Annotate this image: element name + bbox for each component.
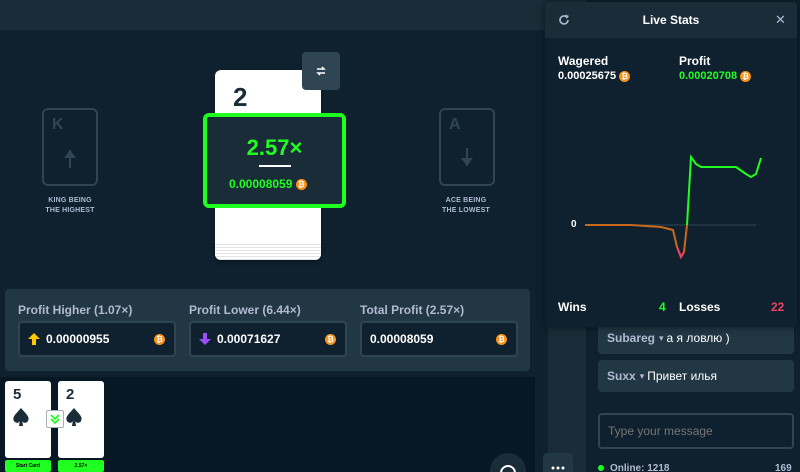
- wins-value: 4: [659, 300, 666, 314]
- bitcoin-icon: ₿: [325, 334, 336, 345]
- chat-count: 169: [775, 463, 792, 472]
- profit-label: Profit: [679, 54, 711, 68]
- total-profit-field: 0.00008059 ₿: [360, 321, 518, 357]
- result-divider: [259, 165, 291, 167]
- result-multiplier: 2.57×: [246, 135, 303, 160]
- arrow-up-icon: [64, 150, 76, 168]
- king-hint-label: KING BEING THE HIGHEST: [20, 196, 120, 216]
- profit-higher-value: 0.00000955: [46, 332, 110, 346]
- bitcoin-icon: ₿: [740, 70, 752, 82]
- online-count-text: Online: 1218: [610, 463, 670, 472]
- ace-label-line1: ACE BEING: [445, 197, 487, 204]
- arrow-down-icon: [199, 333, 211, 345]
- total-profit-value: 0.00008059: [370, 332, 434, 346]
- chevron-down-icon: ▾: [639, 370, 645, 381]
- chat-text: а я ловлю ): [666, 331, 730, 345]
- live-stats-panel: Live Stats ✕ Wagered 0.00025675 ₿ Profit…: [545, 2, 797, 327]
- ace-letter: A: [449, 116, 461, 133]
- chat-username[interactable]: Subareg: [607, 331, 655, 345]
- king-hint-card: K: [42, 108, 98, 186]
- history-tag: Start Card: [5, 460, 51, 472]
- result-amount-value: 0.00008059: [229, 177, 293, 191]
- arrow-up-icon: [28, 333, 40, 345]
- ace-hint-card: A: [439, 108, 495, 186]
- bitcoin-icon: ₿: [496, 334, 507, 345]
- profit-amount: 0.00020708: [679, 70, 738, 82]
- ace-hint-label: ACE BEING THE LOWEST: [416, 196, 516, 216]
- chart-positive-line: [686, 154, 762, 226]
- profit-lower-field: 0.00071627 ₿: [189, 321, 347, 357]
- bitcoin-icon: ₿: [154, 334, 165, 345]
- history-tag: 2.57×: [58, 460, 104, 472]
- bitcoin-icon: ₿: [619, 70, 631, 82]
- top-strip: [0, 0, 548, 30]
- profit-value: 0.00020708 ₿: [679, 70, 752, 82]
- result-amount: 0.00008059 ₿: [229, 177, 307, 191]
- wagered-amount: 0.00025675: [558, 70, 617, 82]
- card-deck-edge: [215, 244, 321, 260]
- history-card-rank: 2: [66, 386, 75, 403]
- wins-label: Wins: [558, 300, 587, 314]
- chat-username[interactable]: Suxx: [607, 369, 636, 383]
- live-stats-title: Live Stats: [642, 13, 700, 27]
- profit-panel: Profit Higher (1.07×) 0.00000955 ₿ Profi…: [5, 289, 530, 371]
- king-letter: K: [52, 116, 64, 133]
- history-card: 2: [58, 381, 104, 458]
- history-card-rank: 5: [13, 386, 22, 403]
- chart-loss-segment: [676, 246, 685, 260]
- profit-lower-value: 0.00071627: [217, 332, 281, 346]
- online-count: Online: 1218: [598, 463, 669, 472]
- profit-chart: [585, 154, 762, 260]
- online-dot-icon: [598, 465, 604, 472]
- chart-negative-line: [585, 224, 688, 260]
- current-card-rank: 2: [233, 82, 248, 112]
- profit-higher-label: Profit Higher (1.07×): [18, 303, 133, 317]
- chevron-down-icon: ▾: [659, 332, 664, 343]
- history-direction: [46, 410, 64, 428]
- skip-card-button[interactable]: [302, 52, 340, 90]
- swap-icon: [316, 66, 326, 76]
- spade-icon: [13, 408, 29, 426]
- losses-label: Losses: [679, 300, 721, 314]
- double-chevron-down-icon: [50, 414, 60, 424]
- king-label-line1: KING BEING: [48, 197, 92, 204]
- headphones-button[interactable]: [490, 453, 526, 472]
- close-icon[interactable]: ✕: [775, 12, 786, 28]
- profit-higher-field: 0.00000955 ₿: [18, 321, 176, 357]
- chat-text: Привет илья: [647, 369, 718, 383]
- losses-value: 22: [771, 300, 785, 314]
- headphones-icon: [500, 465, 516, 472]
- king-label-line2: THE HIGHEST: [45, 207, 95, 214]
- total-profit-label: Total Profit (2.57×): [360, 303, 465, 317]
- chat-input[interactable]: [598, 413, 794, 449]
- wagered-label: Wagered: [558, 54, 609, 68]
- chat-message: Suxx ▾ Привет илья: [598, 360, 794, 392]
- history-card: 5: [5, 381, 51, 458]
- result-popup: 2.57× 0.00008059 ₿: [203, 113, 346, 208]
- spade-icon: [66, 408, 82, 426]
- profit-lower-label: Profit Lower (6.44×): [189, 303, 301, 317]
- bitcoin-icon: ₿: [295, 179, 307, 191]
- arrow-down-icon: [461, 148, 473, 166]
- chat-options-button[interactable]: [543, 453, 573, 472]
- dots-icon: [551, 466, 565, 470]
- wagered-value: 0.00025675 ₿: [558, 70, 631, 82]
- ace-label-line2: THE LOWEST: [442, 207, 490, 214]
- chart-zero-label: 0: [571, 219, 577, 230]
